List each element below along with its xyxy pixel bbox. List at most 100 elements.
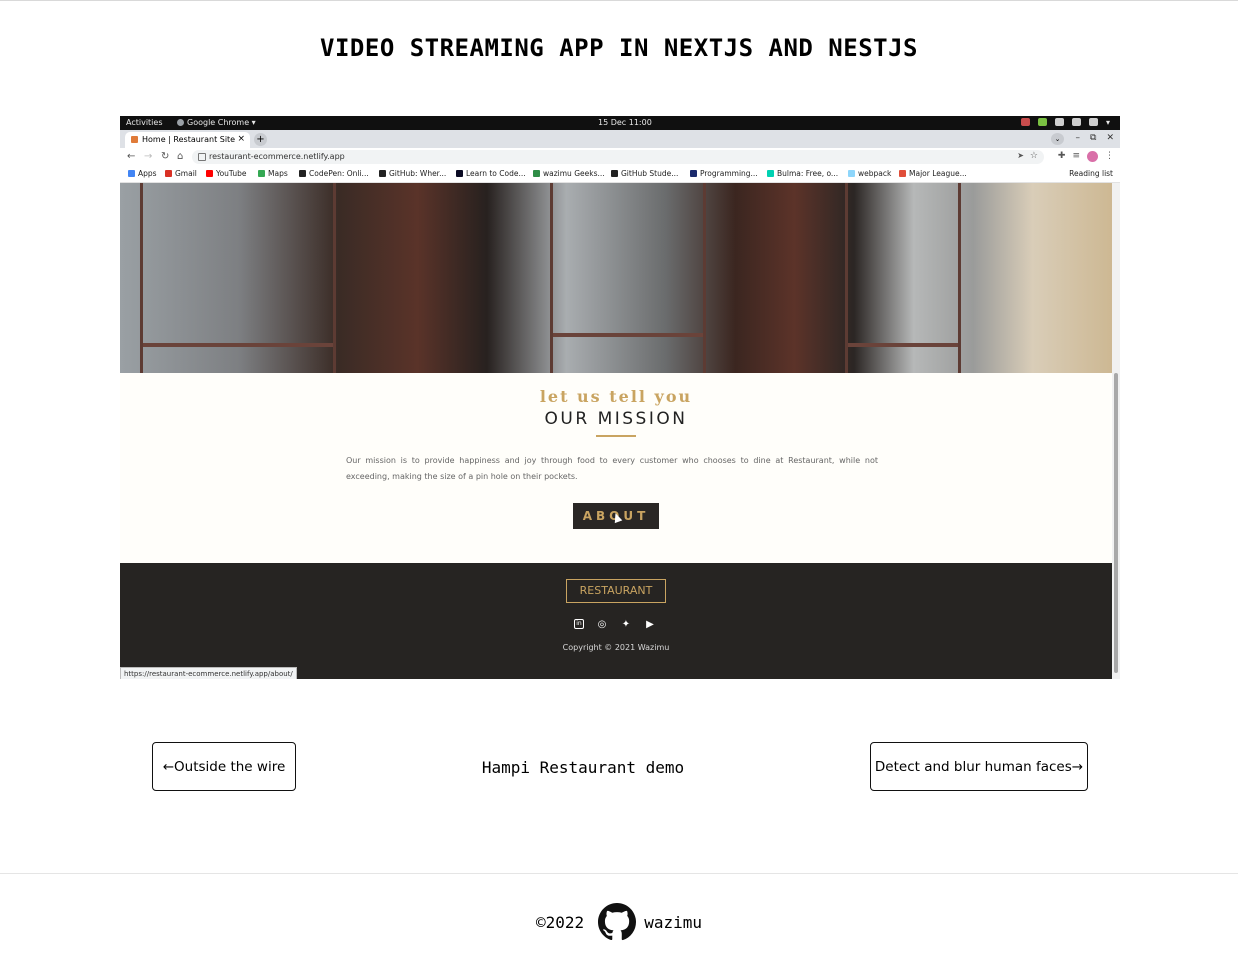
mission-text: Our mission is to provide happiness and … xyxy=(346,456,878,481)
bookmark-label: Gmail xyxy=(175,169,197,178)
project-screenshot: Activities Google Chrome ▾ 15 Dec 11:00 … xyxy=(120,116,1120,679)
tab-search-icon: ⌄ xyxy=(1051,133,1064,145)
bookmarks-bar: Apps Gmail YouTube Maps CodePen: Onli... GitH… xyxy=(120,166,1120,183)
mission-kicker: let us tell you xyxy=(539,387,693,406)
close-window-icon: ✕ xyxy=(1106,133,1114,143)
youtube-icon: ▶ xyxy=(646,619,654,630)
bookmark-icon xyxy=(690,170,697,177)
bookmark-label: Programming... xyxy=(700,169,758,178)
page-title: VIDEO STREAMING APP IN NEXTJS AND NESTJS xyxy=(320,34,918,62)
bookmark-label: webpack xyxy=(858,169,892,178)
bookmark-label: Learn to Code... xyxy=(466,169,526,178)
bookmark-item: GitHub: Wher... xyxy=(379,169,446,178)
bookmark-icon xyxy=(165,170,172,177)
prev-project-button[interactable]: ←Outside the wire xyxy=(152,742,296,791)
site-footer: ©2022 wazimu xyxy=(0,900,1238,944)
bookmark-item: Apps xyxy=(128,169,157,178)
puzzle-icon: ✚ xyxy=(1057,151,1066,161)
bookmark-label: Bulma: Free, o... xyxy=(777,169,839,178)
github-link[interactable]: wazimu xyxy=(598,903,702,941)
bookmark-icon xyxy=(299,170,306,177)
status-bar-url: https://restaurant-ecommerce.netlify.app… xyxy=(120,667,297,679)
minimize-icon: – xyxy=(1075,133,1081,143)
footer-author: wazimu xyxy=(644,912,702,932)
scrollbar-thumb xyxy=(1114,373,1118,673)
home-icon: ⌂ xyxy=(177,151,184,162)
kebab-menu-icon: ⋮ xyxy=(1105,151,1114,161)
footer-year: ©2022 xyxy=(536,912,585,932)
bookmark-item: Major League... xyxy=(899,169,967,178)
footer-copyright: Copyright © 2021 Wazimu xyxy=(562,643,670,652)
restore-icon: ⧉ xyxy=(1090,133,1097,143)
bookmark-label: YouTube xyxy=(216,169,247,178)
bookmark-icon xyxy=(206,170,213,177)
hero-image xyxy=(120,183,1112,373)
chevron-down-icon: ▾ xyxy=(1105,118,1110,127)
browser-toolbar: ← → ↻ ⌂ restaurant-ecommerce.netlify.app… xyxy=(120,148,1120,166)
chrome-icon xyxy=(177,119,184,126)
lock-icon xyxy=(198,153,206,161)
bookmark-label: Maps xyxy=(268,169,288,178)
activities-button: Activities xyxy=(126,118,163,127)
bookmark-item: Gmail xyxy=(165,169,197,178)
bookmark-label: Apps xyxy=(138,169,157,178)
page-viewport: let us tell you OUR MISSION Our mission … xyxy=(120,183,1120,679)
bookmark-icon xyxy=(899,170,906,177)
profile-avatar xyxy=(1087,151,1098,162)
page-scrollbar xyxy=(1112,183,1120,679)
bookmark-icon xyxy=(128,170,135,177)
bookmark-label: GitHub Stude... xyxy=(621,169,679,178)
mission-underline xyxy=(596,435,636,437)
footer-divider xyxy=(0,873,1238,874)
reading-queue-icon: ≡ xyxy=(1072,151,1080,161)
app-menu: Google Chrome ▾ xyxy=(177,118,256,127)
bookmark-icon xyxy=(533,170,540,177)
app-menu-label: Google Chrome ▾ xyxy=(187,118,256,127)
system-tray: ▾ xyxy=(1020,118,1110,127)
back-icon: ← xyxy=(127,151,136,162)
tab-title: Home | Restaurant Site xyxy=(142,135,236,144)
bookmark-item: Maps xyxy=(258,169,288,178)
wifi-icon xyxy=(1054,118,1064,126)
bookmark-icon xyxy=(379,170,386,177)
bookmark-item: Programming... xyxy=(690,169,758,178)
forward-icon: → xyxy=(144,151,153,162)
volume-icon xyxy=(1071,118,1081,126)
bookmark-icon xyxy=(258,170,265,177)
window-controls: – ⧉ ✕ xyxy=(1076,133,1114,143)
bookmark-item: webpack xyxy=(848,169,891,178)
twitter-icon: ✦ xyxy=(621,619,631,630)
clock: 15 Dec 11:00 xyxy=(598,118,652,127)
bookmark-item: wazimu Geeks... xyxy=(533,169,605,178)
bookmark-icon xyxy=(848,170,855,177)
shield-icon xyxy=(1037,118,1047,126)
bookmark-item: GitHub Stude... xyxy=(611,169,678,178)
extension-icons: ✚ ≡ ⋮ xyxy=(1058,151,1114,162)
favicon-icon xyxy=(131,136,138,143)
mission-title: OUR MISSION xyxy=(544,409,688,429)
bookmark-item: Bulma: Free, o... xyxy=(767,169,838,178)
reload-icon: ↻ xyxy=(161,151,170,162)
window-pane xyxy=(140,183,336,373)
send-icon: ➤ xyxy=(1017,151,1024,160)
address-url: restaurant-ecommerce.netlify.app xyxy=(209,152,345,161)
reading-list: Reading list xyxy=(1069,169,1113,178)
bookmark-label: CodePen: Onli... xyxy=(309,169,369,178)
close-tab-icon: × xyxy=(237,134,245,144)
instagram-icon: ◎ xyxy=(597,619,607,630)
bookmark-item: YouTube xyxy=(206,169,247,178)
bookmark-icon xyxy=(611,170,618,177)
github-icon xyxy=(598,903,637,941)
tab-strip: Home | Restaurant Site × + ⌄ – ⧉ ✕ xyxy=(120,130,1120,148)
bookmark-item: CodePen: Onli... xyxy=(299,169,369,178)
site-footer-dark: RESTAURANT in ◎ ✦ ▶ Copyright © 2021 Waz… xyxy=(120,563,1112,679)
address-bar: restaurant-ecommerce.netlify.app ➤ ☆ xyxy=(192,150,1044,164)
bookmark-label: Major League... xyxy=(909,169,967,178)
bookmark-item: Learn to Code... xyxy=(456,169,526,178)
new-tab-button: + xyxy=(254,133,267,146)
window-pane xyxy=(550,183,706,373)
next-project-button[interactable]: Detect and blur human faces→ xyxy=(870,742,1088,791)
current-project-label: Hampi Restaurant demo xyxy=(481,758,685,777)
bookmark-icon xyxy=(767,170,774,177)
gnome-top-bar: Activities Google Chrome ▾ 15 Dec 11:00 … xyxy=(120,116,1120,130)
